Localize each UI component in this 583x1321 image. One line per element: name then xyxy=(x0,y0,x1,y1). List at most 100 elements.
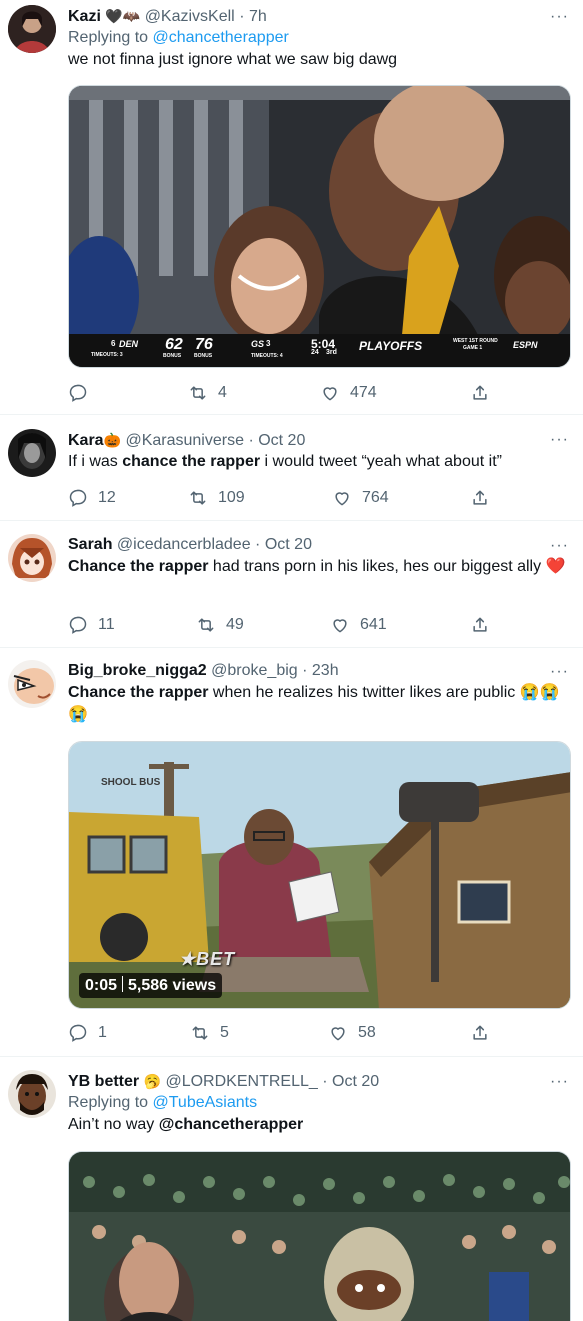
display-name[interactable]: Big_broke_nigga2 xyxy=(68,662,207,679)
separator: · xyxy=(255,536,261,553)
reply-button[interactable]: 1 xyxy=(68,1022,107,1044)
share-button[interactable] xyxy=(470,1022,490,1044)
reply-icon xyxy=(69,489,87,507)
reply-button[interactable]: 12 xyxy=(68,487,116,509)
reply-button[interactable]: 11 xyxy=(68,614,115,636)
like-button[interactable]: 764 xyxy=(332,487,389,509)
reply-icon xyxy=(69,1024,87,1042)
bold-mention[interactable]: @chancetherapper xyxy=(159,1116,304,1133)
tweet-text: Chance the rapper when he realizes his t… xyxy=(68,684,560,723)
badge-divider xyxy=(122,976,124,992)
timestamp[interactable]: Oct 20 xyxy=(332,1073,379,1090)
bet-watermark: ★BET xyxy=(179,949,235,970)
tweet-image[interactable]: 6 DEN 62 76 GS 3 5:04 24 3rd PLAYOFFS WE… xyxy=(68,85,571,368)
handle[interactable]: @broke_big xyxy=(211,662,298,679)
like-count: 58 xyxy=(358,1024,376,1041)
reply-icon xyxy=(69,384,87,402)
display-name[interactable]: Sarah xyxy=(68,536,112,553)
network-logo: ESPN xyxy=(513,340,538,350)
retweet-count: 49 xyxy=(226,616,244,633)
more-icon[interactable]: ··· xyxy=(550,9,569,25)
team1-timeouts: TIMEOUTS: 3 xyxy=(91,352,123,358)
heart-emoji: ❤️ xyxy=(545,558,566,575)
avatar[interactable] xyxy=(8,534,56,582)
star-icon: ★ xyxy=(179,949,197,969)
display-name[interactable]: Kazi xyxy=(68,8,101,25)
tweet-text: we not finna just ignore what we saw big… xyxy=(68,51,398,68)
team2-bonus: BONUS xyxy=(194,353,213,359)
replying-to-link[interactable]: @TubeAsiants xyxy=(153,1094,258,1111)
tweet-actions: 12 109 764 xyxy=(68,487,498,509)
team1-score: 62 xyxy=(165,336,183,353)
handle[interactable]: @KazivsKell xyxy=(145,8,235,25)
team2-name: GS xyxy=(251,339,265,349)
replying-to: Replying to @chancetherapper xyxy=(68,27,571,49)
reply-button[interactable] xyxy=(68,382,98,404)
tweet-5[interactable]: YB better 🥱 @LORDKENTRELL_ · Oct 20 Repl… xyxy=(0,1057,583,1321)
bold-mention: Chance the rapper xyxy=(68,558,209,575)
tweet-actions: 11 49 641 xyxy=(68,614,498,636)
heart-icon xyxy=(331,1027,345,1041)
handle[interactable]: @Karasuniverse xyxy=(125,432,244,449)
avatar[interactable] xyxy=(8,660,56,708)
avatar[interactable] xyxy=(8,5,56,53)
more-icon[interactable]: ··· xyxy=(550,664,569,680)
handle[interactable]: @icedancerbladee xyxy=(117,536,251,553)
name-emoji: 🥱 xyxy=(143,1073,162,1089)
team1-name: DEN xyxy=(119,339,139,349)
replying-to-link[interactable]: @chancetherapper xyxy=(153,29,289,46)
tweet-2[interactable]: Kara🎃 @Karasuniverse · Oct 20 If i was c… xyxy=(0,415,583,521)
display-name[interactable]: Kara xyxy=(68,432,104,449)
tweet-4[interactable]: Big_broke_nigga2 @broke_big · 23h Chance… xyxy=(0,648,583,1057)
reply-icon xyxy=(69,616,87,634)
tweet-image[interactable] xyxy=(68,1151,571,1321)
avatar[interactable] xyxy=(8,1070,56,1118)
timestamp[interactable]: Oct 20 xyxy=(258,432,305,449)
round-label: WEST 1ST ROUND xyxy=(453,338,498,344)
quarter: 3rd xyxy=(326,349,337,356)
handle[interactable]: @LORDKENTRELL_ xyxy=(165,1073,317,1090)
tweet-video[interactable]: SHOOL BUS ★BET 0:05 5,586 views xyxy=(68,741,571,1009)
like-button[interactable]: 641 xyxy=(330,614,387,636)
heart-icon xyxy=(335,492,349,506)
more-icon[interactable]: ··· xyxy=(550,538,569,554)
retweet-count: 4 xyxy=(218,384,227,401)
like-button[interactable]: 58 xyxy=(328,1022,376,1044)
retweet-button[interactable]: 5 xyxy=(190,1022,229,1044)
avatar[interactable] xyxy=(8,429,56,477)
retweet-count: 109 xyxy=(218,489,245,506)
scorebug: 6 DEN 62 76 GS 3 5:04 24 3rd PLAYOFFS WE… xyxy=(83,336,559,362)
timestamp[interactable]: Oct 20 xyxy=(265,536,312,553)
share-icon xyxy=(473,1025,487,1040)
display-name[interactable]: YB better xyxy=(68,1073,139,1090)
retweet-icon xyxy=(190,386,206,400)
more-icon[interactable]: ··· xyxy=(550,1074,569,1090)
heart-icon xyxy=(323,387,337,401)
team2-timeouts: TIMEOUTS: 4 xyxy=(251,353,283,359)
team2-seed: 3 xyxy=(266,339,271,348)
timestamp[interactable]: 23h xyxy=(312,662,339,679)
separator: · xyxy=(322,1073,328,1090)
retweet-button[interactable]: 4 xyxy=(188,382,227,404)
tweet-3[interactable]: Sarah @icedancerbladee · Oct 20 Chance t… xyxy=(0,521,583,648)
separator: · xyxy=(248,432,254,449)
bet-logo: BET xyxy=(196,949,236,969)
team2-score: 76 xyxy=(195,336,213,353)
tweet-text: Chance the rapper had trans porn in his … xyxy=(68,558,566,575)
tweet-actions: 1 5 58 xyxy=(68,1022,498,1044)
like-button[interactable]: 474 xyxy=(320,382,377,404)
reply-count: 1 xyxy=(98,1024,107,1041)
retweet-button[interactable]: 109 xyxy=(188,487,245,509)
like-count: 764 xyxy=(362,489,389,506)
tweet-1[interactable]: Kazi 🖤🦇 @KazivsKell · 7h Replying to @ch… xyxy=(0,0,583,415)
separator: · xyxy=(302,662,308,679)
timestamp[interactable]: 7h xyxy=(249,8,267,25)
retweet-button[interactable]: 49 xyxy=(196,614,244,636)
share-icon xyxy=(473,490,487,505)
more-icon[interactable]: ··· xyxy=(550,432,569,448)
replying-prefix: Replying to xyxy=(68,29,149,46)
share-button[interactable] xyxy=(470,614,490,636)
share-button[interactable] xyxy=(470,487,490,509)
video-views: 5,586 views xyxy=(128,977,217,994)
share-button[interactable] xyxy=(470,382,490,404)
